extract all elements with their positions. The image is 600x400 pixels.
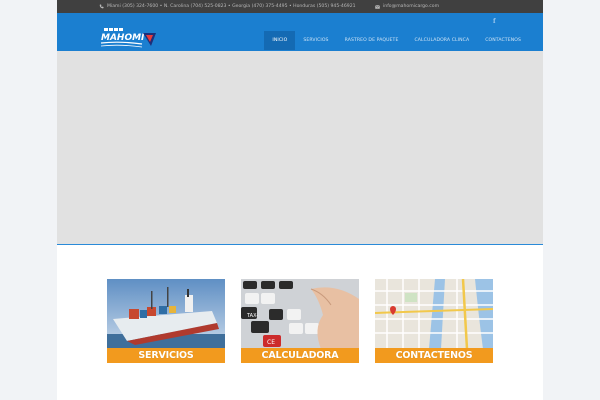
card-label-text: CONTACTENOS bbox=[395, 350, 473, 361]
svg-text:TAX-: TAX- bbox=[246, 313, 258, 319]
phone-info: Miami (305) 324-7600 • N. Carolina (704)… bbox=[99, 4, 356, 9]
svg-text:CE: CE bbox=[267, 339, 275, 346]
email-info[interactable]: info@mahomicargo.com bbox=[375, 4, 439, 9]
nav-item-contactenos[interactable]: CONTACTENOS bbox=[477, 31, 529, 50]
phone-icon bbox=[99, 4, 104, 9]
card-label: SERVICIOS bbox=[107, 348, 225, 363]
street-map-image bbox=[375, 279, 493, 349]
facebook-icon[interactable]: f bbox=[493, 18, 499, 26]
top-info-bar: Miami (305) 324-7600 • N. Carolina (704)… bbox=[57, 0, 543, 13]
card-servicios[interactable]: SERVICIOS bbox=[107, 279, 225, 363]
card-label: CONTACTENOS bbox=[375, 348, 493, 363]
cargo-ship-image bbox=[107, 279, 225, 349]
phone-numbers: Miami (305) 324-7600 • N. Carolina (704)… bbox=[107, 4, 356, 9]
card-label-text: SERVICIOS bbox=[138, 350, 194, 361]
mahomi-logo[interactable]: MAHOMI bbox=[100, 27, 157, 49]
logo-text: MAHOMI bbox=[101, 33, 145, 43]
card-calculadora[interactable]: CE TAX- CALCULADORA bbox=[241, 279, 359, 363]
card-label-text: CALCULADORA bbox=[261, 350, 339, 361]
site-header: MAHOMI f INICIO SERVICIOS RASTREO DE PAQ… bbox=[57, 13, 543, 51]
hero-slider bbox=[57, 51, 543, 245]
calculator-image: CE TAX- bbox=[241, 279, 359, 349]
main-nav: INICIO SERVICIOS RASTREO DE PAQUETE CALC… bbox=[264, 31, 529, 50]
nav-item-calculadora[interactable]: CALCULADORA CLINCA bbox=[406, 31, 477, 50]
email-link[interactable]: info@mahomicargo.com bbox=[383, 4, 439, 9]
nav-item-rastreo[interactable]: RASTREO DE PAQUETE bbox=[337, 31, 407, 50]
nav-item-servicios[interactable]: SERVICIOS bbox=[295, 31, 336, 50]
card-contactenos[interactable]: CONTACTENOS bbox=[375, 279, 493, 363]
card-label: CALCULADORA bbox=[241, 348, 359, 363]
nav-item-inicio[interactable]: INICIO bbox=[264, 31, 296, 50]
envelope-icon bbox=[375, 4, 380, 9]
